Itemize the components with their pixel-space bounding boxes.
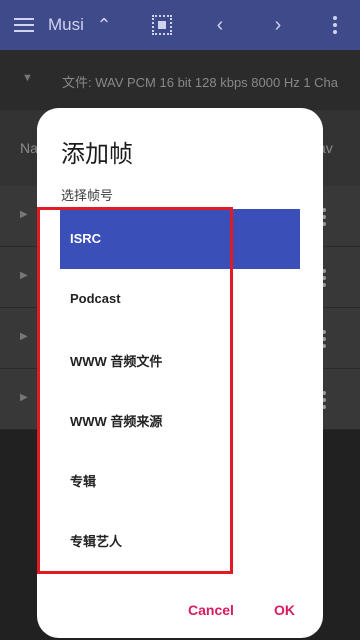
option-label: WWW 音频来源 [70, 414, 163, 429]
file-info-row[interactable]: ▼ 文件: WAV PCM 16 bit 128 kbps 8000 Hz 1 … [0, 50, 360, 110]
file-info-text: 文件: WAV PCM 16 bit 128 kbps 8000 Hz 1 Ch… [62, 75, 339, 90]
menu-icon[interactable] [12, 0, 36, 50]
option-label: 专辑艺人 [70, 534, 123, 549]
dialog-subtitle: 选择帧号 [61, 188, 114, 203]
frame-option-isrc[interactable]: ISRC [60, 209, 300, 269]
ok-button[interactable]: OK [274, 602, 295, 618]
option-label: ISRC [70, 231, 102, 246]
collapse-triangle-icon[interactable]: ▼ [22, 72, 33, 84]
option-label: 专辑 [70, 474, 97, 489]
frame-option-www-audio-file[interactable]: WWW 音频文件 [60, 329, 300, 389]
frame-option-album-artist[interactable]: 专辑艺人 [60, 509, 300, 569]
select-all-icon[interactable] [151, 0, 173, 50]
chevron-right-icon[interactable]: › [268, 0, 288, 50]
expand-triangle-icon: ▶ [20, 392, 28, 403]
frame-option-www-audio-source[interactable]: WWW 音频来源 [60, 389, 300, 449]
field-label: Na [20, 140, 38, 156]
chevron-left-icon[interactable]: ‹ [210, 0, 230, 50]
frame-option-list: ISRC Podcast WWW 音频文件 WWW 音频来源 专辑 专辑艺人 [60, 209, 300, 569]
option-label: WWW 音频文件 [70, 354, 163, 369]
expand-triangle-icon: ▶ [20, 331, 28, 342]
more-vert-icon[interactable] [326, 0, 344, 50]
expand-triangle-icon: ▶ [20, 209, 28, 220]
add-frame-dialog: 添加帧 选择帧号 ISRC Podcast WWW 音频文件 WWW 音频来源 … [37, 108, 323, 638]
option-label: Podcast [70, 291, 121, 306]
app-title: Musi [48, 15, 84, 34]
frame-option-album[interactable]: 专辑 [60, 449, 300, 509]
dialog-title: 添加帧 [61, 141, 133, 168]
top-app-bar: Musi ⌃ ‹ › [0, 0, 360, 50]
frame-option-podcast[interactable]: Podcast [60, 269, 300, 329]
cancel-button[interactable]: Cancel [188, 602, 234, 618]
expand-triangle-icon: ▶ [20, 270, 28, 281]
chevron-up-icon[interactable]: ⌃ [94, 0, 114, 50]
